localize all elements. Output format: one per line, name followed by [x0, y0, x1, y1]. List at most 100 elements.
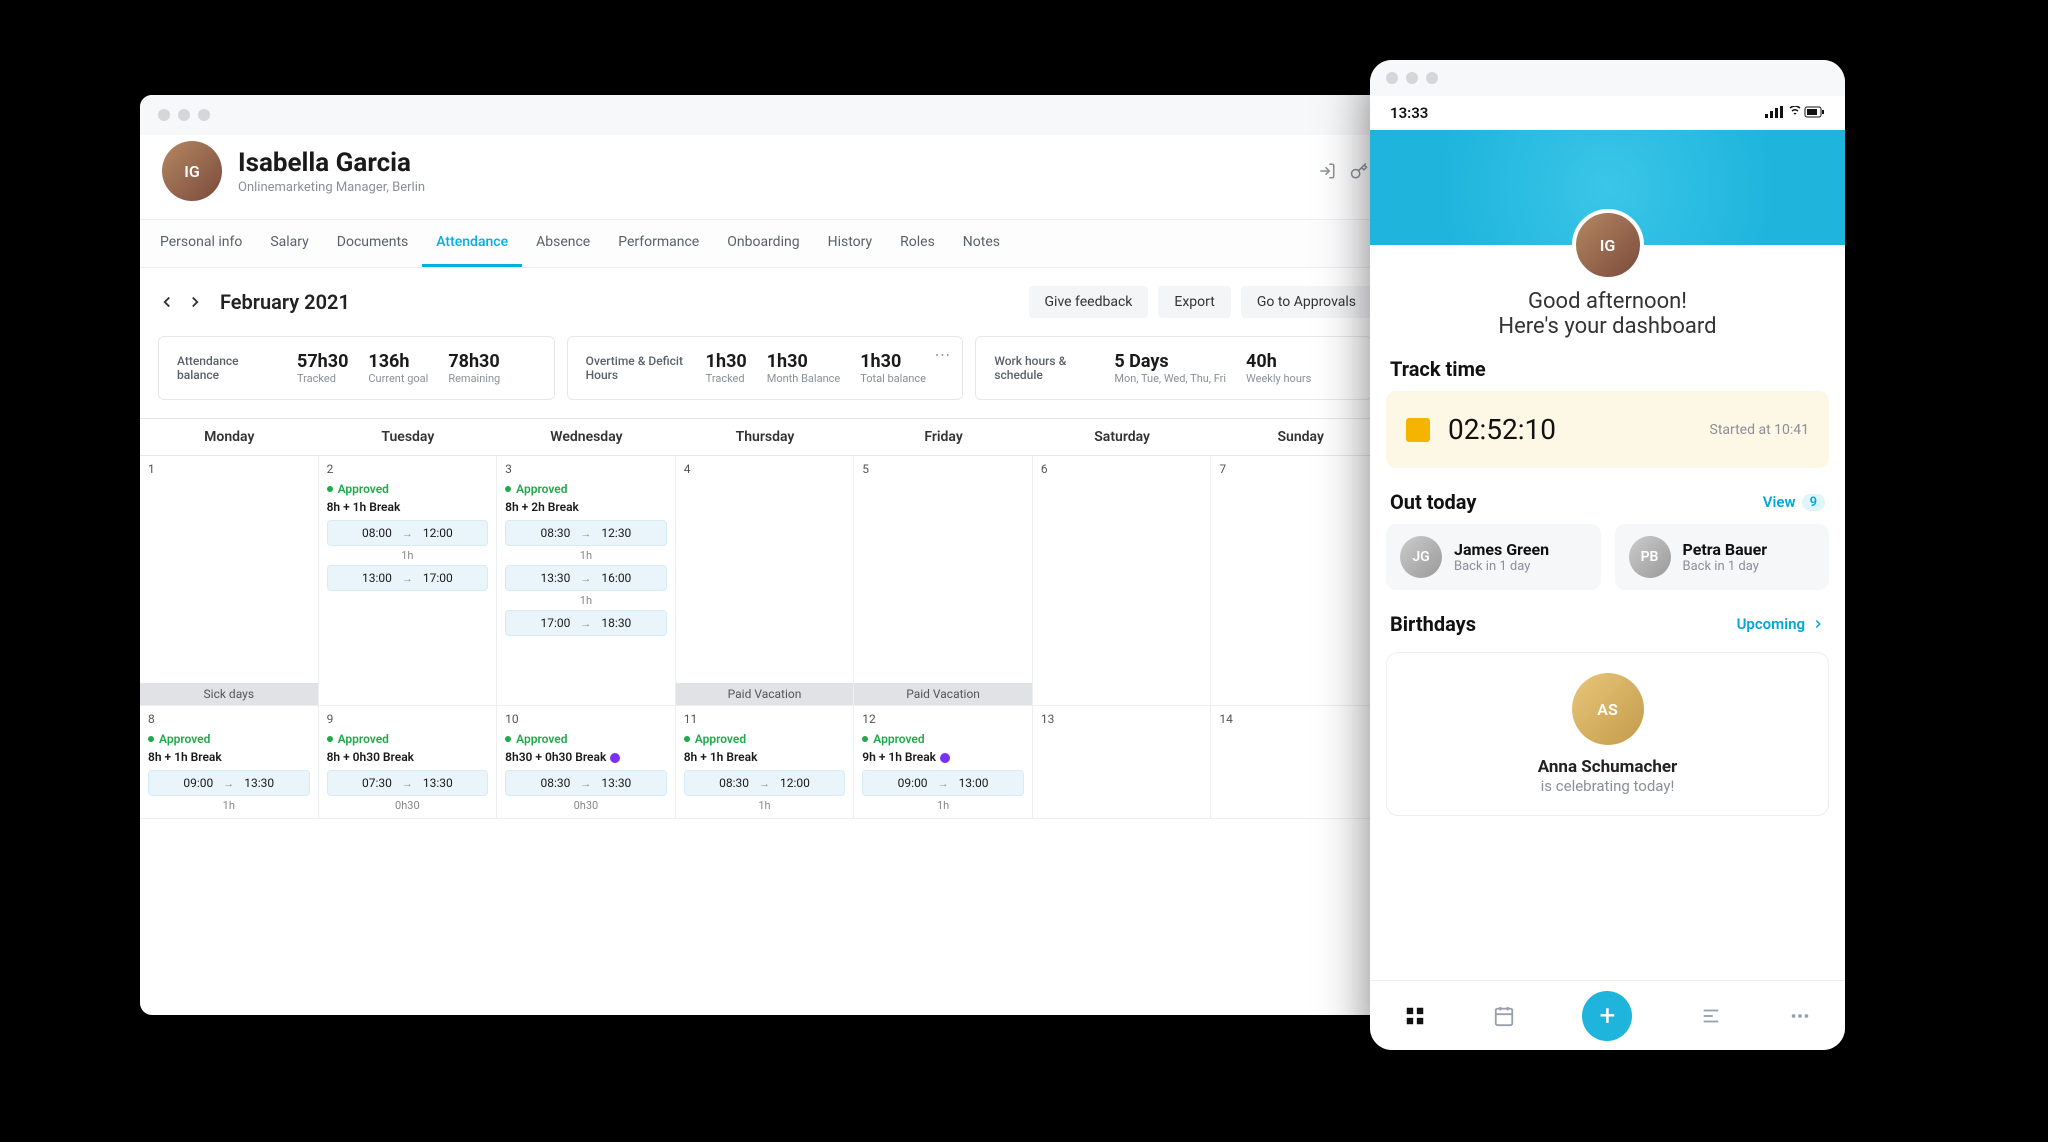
stat-label: Tracked: [297, 372, 348, 385]
tab-absence[interactable]: Absence: [522, 220, 604, 267]
go-to-approvals-button[interactable]: Go to Approvals: [1241, 286, 1372, 318]
time-slot[interactable]: 17:00→18:30: [505, 610, 667, 636]
calendar-cell[interactable]: 3 Approved 8h + 2h Break 08:30→12:30 1h …: [497, 456, 676, 706]
date-number: 6: [1037, 462, 1207, 476]
calendar-cell[interactable]: 2 Approved 8h + 1h Break 08:00→12:00 1h …: [319, 456, 498, 706]
approved-badge: Approved: [862, 732, 1028, 746]
out-person-card[interactable]: PB Petra Bauer Back in 1 day: [1615, 524, 1830, 590]
greeting: Good afternoon! Here's your dashboard: [1370, 289, 1845, 339]
calendar: Monday Tuesday Wednesday Thursday Friday…: [140, 418, 1390, 819]
tab-salary[interactable]: Salary: [256, 220, 322, 267]
track-time-title: Track time: [1370, 339, 1845, 391]
birthday-avatar: AS: [1572, 673, 1644, 745]
time-slot[interactable]: 07:30→13:30: [327, 770, 489, 796]
nav-add-button[interactable]: +: [1582, 991, 1632, 1041]
schedule-card: Work hours & schedule 5 DaysMon, Tue, We…: [975, 336, 1372, 400]
window-dot[interactable]: [1386, 72, 1398, 84]
stat-label: Current goal: [368, 372, 428, 385]
time-slot[interactable]: 08:30→12:00: [684, 770, 846, 796]
window-dot[interactable]: [1426, 72, 1438, 84]
time-slot[interactable]: 08:00→12:00: [327, 520, 489, 546]
tab-onboarding[interactable]: Onboarding: [713, 220, 813, 267]
key-icon[interactable]: [1350, 162, 1368, 180]
calendar-cell[interactable]: 7: [1211, 456, 1390, 706]
tab-history[interactable]: History: [814, 220, 887, 267]
card-menu-icon[interactable]: ⋯: [934, 345, 952, 364]
tab-attendance[interactable]: Attendance: [422, 220, 522, 267]
window-controls: [1370, 60, 1845, 96]
approved-badge: Approved: [684, 732, 850, 746]
out-today-title: Out today: [1390, 490, 1763, 514]
window-dot[interactable]: [158, 109, 170, 121]
calendar-cell[interactable]: 5 Paid Vacation: [854, 456, 1033, 706]
login-icon[interactable]: [1318, 162, 1336, 180]
window-dot[interactable]: [178, 109, 190, 121]
next-month-icon[interactable]: [186, 293, 204, 311]
tab-notes[interactable]: Notes: [949, 220, 1014, 267]
out-person-card[interactable]: JG James Green Back in 1 day: [1386, 524, 1601, 590]
approved-badge: Approved: [327, 732, 493, 746]
greeting-line: Here's your dashboard: [1370, 314, 1845, 339]
profile-avatar[interactable]: IG: [162, 141, 222, 201]
person-avatar: JG: [1400, 536, 1442, 578]
tab-roles[interactable]: Roles: [886, 220, 949, 267]
mobile-status-bar: 13:33: [1370, 96, 1845, 130]
day-summary: 8h + 1h Break: [148, 750, 314, 764]
break-label: 1h: [501, 594, 671, 607]
person-sub: Back in 1 day: [1454, 559, 1549, 574]
day-header: Thursday: [676, 419, 855, 456]
calendar-cell[interactable]: 6: [1033, 456, 1212, 706]
track-started: Started at 10:41: [1710, 422, 1810, 438]
calendar-header: Monday Tuesday Wednesday Thursday Friday…: [140, 419, 1390, 456]
calendar-cell[interactable]: 4 Paid Vacation: [676, 456, 855, 706]
prev-month-icon[interactable]: [158, 293, 176, 311]
time-slot[interactable]: 13:00→17:00: [327, 565, 489, 591]
stat-value: 57h30: [297, 351, 348, 372]
desktop-window: IG Isabella Garcia Onlinemarketing Manag…: [140, 95, 1390, 1015]
tab-documents[interactable]: Documents: [323, 220, 422, 267]
attendance-balance-card: Attendance balance 57h30Tracked 136hCurr…: [158, 336, 555, 400]
export-button[interactable]: Export: [1158, 286, 1230, 318]
window-dot[interactable]: [198, 109, 210, 121]
date-number: 8: [144, 712, 314, 726]
time-slot[interactable]: 13:30→16:00: [505, 565, 667, 591]
stat-value: 40h: [1246, 351, 1311, 372]
calendar-cell[interactable]: 1 Sick days: [140, 456, 319, 706]
out-today-view-link[interactable]: View 9: [1763, 493, 1825, 511]
time-slot[interactable]: 09:00→13:30: [148, 770, 310, 796]
mobile-avatar[interactable]: IG: [1572, 209, 1644, 281]
break-label: 1h: [323, 549, 493, 562]
calendar-cell[interactable]: 8 Approved 8h + 1h Break 09:00→13:30 1h: [140, 706, 319, 819]
day-header: Sunday: [1211, 419, 1390, 456]
stat-value: 78h30: [448, 351, 500, 372]
calendar-cell[interactable]: 9 Approved 8h + 0h30 Break 07:30→13:30 0…: [319, 706, 498, 819]
window-controls: [140, 95, 1390, 135]
day-summary: 8h + 1h Break: [684, 750, 850, 764]
give-feedback-button[interactable]: Give feedback: [1029, 286, 1149, 318]
nav-calendar-icon[interactable]: [1493, 1005, 1515, 1027]
time-slot[interactable]: 08:30→13:30: [505, 770, 667, 796]
stop-icon[interactable]: [1406, 418, 1430, 442]
break-label: 0h30: [323, 799, 493, 812]
day-header: Saturday: [1033, 419, 1212, 456]
date-number: 7: [1215, 462, 1385, 476]
tab-personal-info[interactable]: Personal info: [146, 220, 256, 267]
date-number: 9: [323, 712, 493, 726]
nav-dashboard-icon[interactable]: [1404, 1005, 1426, 1027]
birthdays-upcoming-link[interactable]: Upcoming: [1737, 615, 1825, 633]
time-slot[interactable]: 08:30→12:30: [505, 520, 667, 546]
nav-list-icon[interactable]: [1700, 1005, 1722, 1027]
nav-more-icon[interactable]: [1789, 1005, 1811, 1027]
calendar-cell[interactable]: 10 Approved 8h30 + 0h30 Break 08:30→13:3…: [497, 706, 676, 819]
time-slot[interactable]: 09:00→13:00: [862, 770, 1024, 796]
tab-performance[interactable]: Performance: [604, 220, 713, 267]
calendar-cell[interactable]: 14: [1211, 706, 1390, 819]
track-time-card[interactable]: 02:52:10 Started at 10:41: [1386, 391, 1829, 468]
calendar-cell[interactable]: 11 Approved 8h + 1h Break 08:30→12:00 1h: [676, 706, 855, 819]
profile-name: Isabella Garcia: [238, 148, 425, 178]
calendar-cell[interactable]: 13: [1033, 706, 1212, 819]
birthday-card[interactable]: AS Anna Schumacher is celebrating today!: [1386, 652, 1829, 816]
calendar-cell[interactable]: 12 Approved 9h + 1h Break 09:00→13:00 1h: [854, 706, 1033, 819]
window-dot[interactable]: [1406, 72, 1418, 84]
stat-value: 1h30: [767, 351, 841, 372]
